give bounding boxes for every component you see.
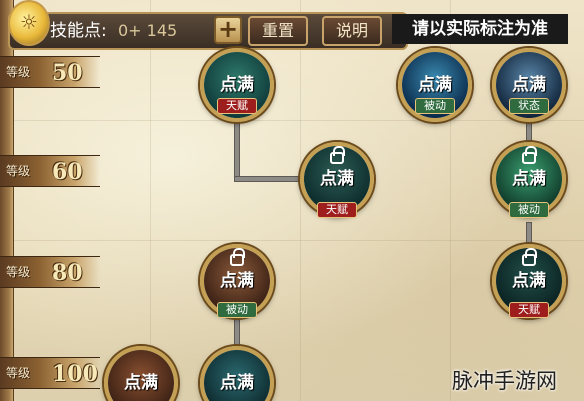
map-grid-line [0,120,584,121]
level-tab-100: 等级 100 [0,357,100,389]
notice-caption: 请以实际标注为准 [392,14,568,44]
reset-button[interactable]: 重置 [248,16,308,46]
skill-type-tag: 天赋 [217,98,257,114]
skill-type-tag: 被动 [509,202,549,218]
skill-points-value: 0+ 145 [118,21,178,40]
skill-status-label: 点满 [220,271,254,291]
info-button[interactable]: 说明 [322,16,382,46]
level-number: 50 [52,60,83,86]
lightbulb-glyph-icon: ☼ [20,10,38,34]
lock-icon [522,248,537,266]
level-number: 60 [52,159,83,185]
skill-type-tag: 状态 [509,98,549,114]
skill-type-tag: 被动 [415,98,455,114]
level-tab-50: 等级 50 [0,56,100,88]
skill-status-label: 点满 [220,75,254,95]
skill-status-label: 点满 [320,169,354,189]
map-grid-line [150,0,151,401]
level-word: 等级 [6,366,31,380]
skill-connector [234,112,240,182]
skill-status-label: 点满 [124,373,158,393]
lock-icon [230,248,245,266]
skill-status-label: 点满 [512,271,546,291]
map-grid-line [300,0,301,401]
add-skill-points-button[interactable]: + [214,16,242,44]
level-tab-60: 等级 60 [0,155,100,187]
skill-status-label: 点满 [220,373,254,393]
skill-status-label: 点满 [512,75,546,95]
lock-icon [522,146,537,164]
level-word: 等级 [6,65,31,79]
skill-type-tag: 被动 [217,302,257,318]
level-number: 100 [52,361,98,387]
skill-status-label: 点满 [512,169,546,189]
lock-icon [330,146,345,164]
level-word: 等级 [6,265,31,279]
level-word: 等级 [6,164,31,178]
skill-type-tag: 天赋 [509,302,549,318]
site-watermark: 脉冲手游网 [452,369,557,393]
skill-connector [234,176,306,182]
level-number: 80 [52,260,83,286]
skill-type-tag: 天赋 [317,202,357,218]
map-grid-line [0,240,584,241]
level-tab-80: 等级 80 [0,256,100,288]
skill-points-label: 技能点: [50,21,107,41]
skill-status-label: 点满 [418,75,452,95]
